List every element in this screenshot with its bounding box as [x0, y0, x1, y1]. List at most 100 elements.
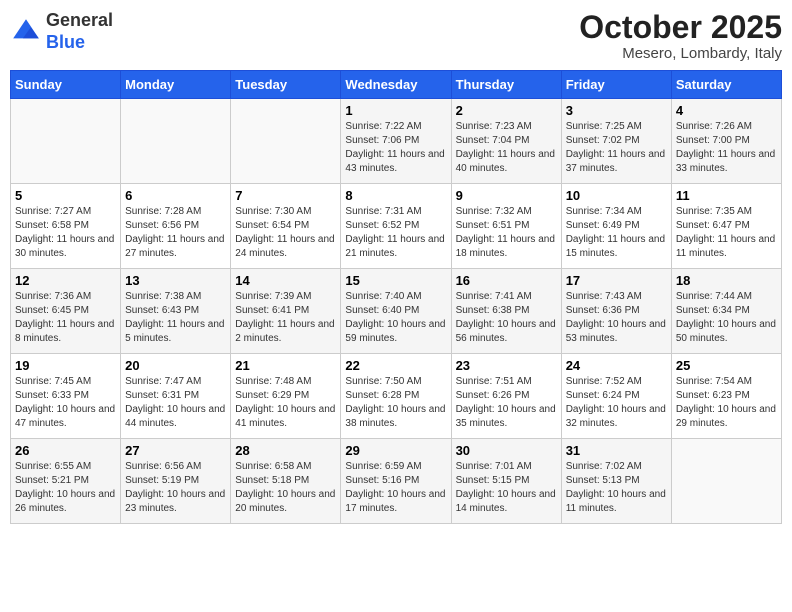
- day-number: 21: [235, 358, 336, 373]
- day-number: 15: [345, 273, 446, 288]
- calendar-cell: 27 Sunrise: 6:56 AMSunset: 5:19 PMDayligh…: [121, 439, 231, 524]
- calendar-table: SundayMondayTuesdayWednesdayThursdayFrid…: [10, 70, 782, 524]
- calendar-cell: 14Sunrise: 7:39 AMSunset: 6:41 PMDayligh…: [231, 269, 341, 354]
- day-number: 30: [456, 443, 557, 458]
- week-row-4: 19Sunrise: 7:45 AMSunset: 6:33 PMDayligh…: [11, 354, 782, 439]
- calendar-cell: 26 Sunrise: 6:55 AMSunset: 5:21 PMDayligh…: [11, 439, 121, 524]
- day-info: Sunrise: 7:43 AMSunset: 6:36 PMDaylight:…: [566, 290, 667, 346]
- day-info: Sunrise: 7:52 AMSunset: 6:24 PMDaylight:…: [566, 375, 667, 431]
- day-info: Sunrise: 7:34 AMSunset: 6:49 PMDaylight:…: [566, 205, 667, 261]
- calendar-cell: [671, 439, 781, 524]
- day-info: Sunrise: 6:55 AMSunset: 5:21 PMDaylight:…: [15, 460, 116, 516]
- page-header: General Blue October 2025 Mesero, Lombar…: [10, 10, 782, 62]
- day-info: Sunrise: 7:26 AMSunset: 7:00 PMDaylight:…: [676, 120, 777, 176]
- logo-icon: [10, 16, 42, 48]
- calendar-cell: 10 Sunrise: 7:34 AMSunset: 6:49 PMDayligh…: [561, 184, 671, 269]
- day-number: 2: [456, 103, 557, 118]
- day-number: 24: [566, 358, 667, 373]
- calendar-cell: 13 Sunrise: 7:38 AMSunset: 6:43 PMDayligh…: [121, 269, 231, 354]
- day-info: Sunrise: 7:28 AMSunset: 6:56 PMDaylight:…: [125, 205, 226, 261]
- day-number: 13: [125, 273, 226, 288]
- day-header-monday: Monday: [121, 71, 231, 99]
- calendar-cell: 17 Sunrise: 7:43 AMSunset: 6:36 PMDayligh…: [561, 269, 671, 354]
- calendar-cell: 9Sunrise: 7:32 AMSunset: 6:51 PMDaylight…: [451, 184, 561, 269]
- day-number: 16: [456, 273, 557, 288]
- day-info: Sunrise: 7:23 AMSunset: 7:04 PMDaylight:…: [456, 120, 557, 176]
- day-info: Sunrise: 7:54 AMSunset: 6:23 PMDaylight:…: [676, 375, 777, 431]
- calendar-cell: 3Sunrise: 7:25 AMSunset: 7:02 PMDaylight…: [561, 99, 671, 184]
- day-number: 29: [345, 443, 446, 458]
- calendar-cell: 15Sunrise: 7:40 AMSunset: 6:40 PMDayligh…: [341, 269, 451, 354]
- day-header-thursday: Thursday: [451, 71, 561, 99]
- calendar-cell: [11, 99, 121, 184]
- day-number: 7: [235, 188, 336, 203]
- logo-text: General Blue: [46, 10, 113, 53]
- calendar-cell: 20Sunrise: 7:47 AMSunset: 6:31 PMDayligh…: [121, 354, 231, 439]
- day-info: Sunrise: 6:59 AMSunset: 5:16 PMDaylight:…: [345, 460, 446, 516]
- day-info: Sunrise: 7:44 AMSunset: 6:34 PMDaylight:…: [676, 290, 777, 346]
- day-info: Sunrise: 7:48 AMSunset: 6:29 PMDaylight:…: [235, 375, 336, 431]
- calendar-cell: 29 Sunrise: 6:59 AMSunset: 5:16 PMDayligh…: [341, 439, 451, 524]
- calendar-cell: 5Sunrise: 7:27 AMSunset: 6:58 PMDaylight…: [11, 184, 121, 269]
- calendar-cell: 8 Sunrise: 7:31 AMSunset: 6:52 PMDaylight…: [341, 184, 451, 269]
- calendar-cell: 21 Sunrise: 7:48 AMSunset: 6:29 PMDayligh…: [231, 354, 341, 439]
- day-info: Sunrise: 7:32 AMSunset: 6:51 PMDaylight:…: [456, 205, 557, 261]
- day-info: Sunrise: 7:25 AMSunset: 7:02 PMDaylight:…: [566, 120, 667, 176]
- calendar-cell: 23Sunrise: 7:51 AMSunset: 6:26 PMDayligh…: [451, 354, 561, 439]
- calendar-cell: 2 Sunrise: 7:23 AMSunset: 7:04 PMDaylight…: [451, 99, 561, 184]
- day-number: 27: [125, 443, 226, 458]
- logo-general: General: [46, 10, 113, 30]
- day-info: Sunrise: 6:58 AMSunset: 5:18 PMDaylight:…: [235, 460, 336, 516]
- day-header-wednesday: Wednesday: [341, 71, 451, 99]
- day-info: Sunrise: 7:35 AMSunset: 6:47 PMDaylight:…: [676, 205, 777, 261]
- day-number: 19: [15, 358, 116, 373]
- day-number: 1: [345, 103, 446, 118]
- calendar-cell: [231, 99, 341, 184]
- month-title: October 2025: [579, 10, 782, 45]
- day-info: Sunrise: 7:01 AMSunset: 5:15 PMDaylight:…: [456, 460, 557, 516]
- calendar-cell: [121, 99, 231, 184]
- location: Mesero, Lombardy, Italy: [579, 45, 782, 62]
- calendar-cell: 24 Sunrise: 7:52 AMSunset: 6:24 PMDayligh…: [561, 354, 671, 439]
- day-info: Sunrise: 6:56 AMSunset: 5:19 PMDaylight:…: [125, 460, 226, 516]
- calendar-cell: 7 Sunrise: 7:30 AMSunset: 6:54 PMDaylight…: [231, 184, 341, 269]
- day-info: Sunrise: 7:27 AMSunset: 6:58 PMDaylight:…: [15, 205, 116, 261]
- day-info: Sunrise: 7:41 AMSunset: 6:38 PMDaylight:…: [456, 290, 557, 346]
- day-info: Sunrise: 7:39 AMSunset: 6:41 PMDaylight:…: [235, 290, 336, 346]
- day-header-sunday: Sunday: [11, 71, 121, 99]
- week-row-3: 12Sunrise: 7:36 AMSunset: 6:45 PMDayligh…: [11, 269, 782, 354]
- week-row-5: 26 Sunrise: 6:55 AMSunset: 5:21 PMDayligh…: [11, 439, 782, 524]
- calendar-cell: 1 Sunrise: 7:22 AMSunset: 7:06 PMDaylight…: [341, 99, 451, 184]
- day-number: 20: [125, 358, 226, 373]
- day-info: Sunrise: 7:50 AMSunset: 6:28 PMDaylight:…: [345, 375, 446, 431]
- day-number: 11: [676, 188, 777, 203]
- day-header-saturday: Saturday: [671, 71, 781, 99]
- day-info: Sunrise: 7:02 AMSunset: 5:13 PMDaylight:…: [566, 460, 667, 516]
- day-info: Sunrise: 7:36 AMSunset: 6:45 PMDaylight:…: [15, 290, 116, 346]
- day-number: 4: [676, 103, 777, 118]
- calendar-cell: 6 Sunrise: 7:28 AMSunset: 6:56 PMDaylight…: [121, 184, 231, 269]
- day-info: Sunrise: 7:30 AMSunset: 6:54 PMDaylight:…: [235, 205, 336, 261]
- calendar-cell: 12Sunrise: 7:36 AMSunset: 6:45 PMDayligh…: [11, 269, 121, 354]
- logo-blue: Blue: [46, 32, 85, 52]
- day-number: 10: [566, 188, 667, 203]
- day-number: 6: [125, 188, 226, 203]
- day-header-friday: Friday: [561, 71, 671, 99]
- day-number: 31: [566, 443, 667, 458]
- calendar-cell: 11 Sunrise: 7:35 AMSunset: 6:47 PMDayligh…: [671, 184, 781, 269]
- calendar-cell: 16 Sunrise: 7:41 AMSunset: 6:38 PMDayligh…: [451, 269, 561, 354]
- day-number: 26: [15, 443, 116, 458]
- day-number: 18: [676, 273, 777, 288]
- day-info: Sunrise: 7:38 AMSunset: 6:43 PMDaylight:…: [125, 290, 226, 346]
- week-row-2: 5Sunrise: 7:27 AMSunset: 6:58 PMDaylight…: [11, 184, 782, 269]
- day-info: Sunrise: 7:22 AMSunset: 7:06 PMDaylight:…: [345, 120, 446, 176]
- day-info: Sunrise: 7:51 AMSunset: 6:26 PMDaylight:…: [456, 375, 557, 431]
- day-number: 22: [345, 358, 446, 373]
- calendar-cell: 28Sunrise: 6:58 AMSunset: 5:18 PMDayligh…: [231, 439, 341, 524]
- calendar-cell: 31 Sunrise: 7:02 AMSunset: 5:13 PMDayligh…: [561, 439, 671, 524]
- day-number: 17: [566, 273, 667, 288]
- day-info: Sunrise: 7:31 AMSunset: 6:52 PMDaylight:…: [345, 205, 446, 261]
- calendar-cell: 25 Sunrise: 7:54 AMSunset: 6:23 PMDayligh…: [671, 354, 781, 439]
- day-number: 25: [676, 358, 777, 373]
- day-number: 8: [345, 188, 446, 203]
